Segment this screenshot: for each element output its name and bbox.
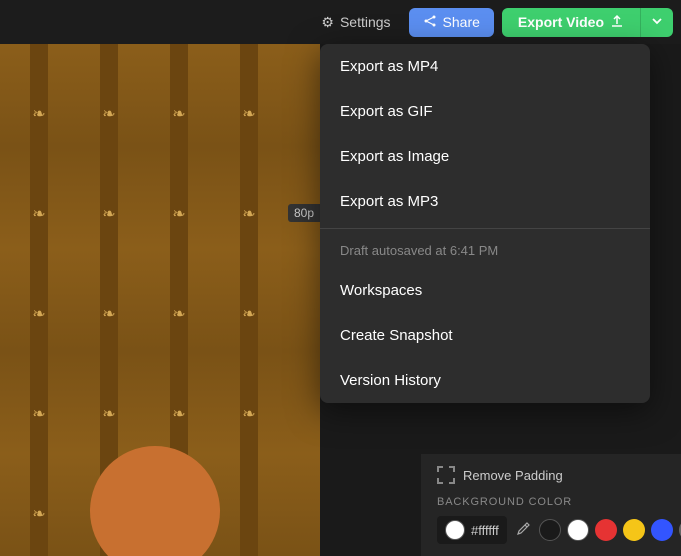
menu-item-export-mp3[interactable]: Export as MP3 — [320, 179, 650, 224]
plant-icon: ❧ — [172, 104, 185, 124]
plant-icon: ❧ — [102, 104, 115, 124]
plant-icon: ❧ — [32, 404, 45, 424]
menu-item-workspaces[interactable]: Workspaces — [320, 268, 650, 313]
export-video-label: Export Video — [518, 14, 604, 30]
remove-padding-label: Remove Padding — [463, 468, 563, 483]
stripe-4: ❧ ❧ ❧ ❧ — [240, 44, 258, 556]
color-swatch-yellow[interactable] — [623, 519, 645, 541]
plant-icon: ❧ — [32, 104, 45, 124]
plant-icon: ❧ — [172, 404, 185, 424]
autosave-text: Draft autosaved at 6:41 PM — [320, 233, 650, 268]
eyedropper-icon[interactable] — [515, 521, 531, 540]
color-swatch-blue[interactable] — [651, 519, 673, 541]
color-swatch-black[interactable] — [539, 519, 561, 541]
color-input-group[interactable]: #ffffff — [437, 516, 507, 544]
plant-icon: ❧ — [242, 304, 255, 324]
menu-item-version-history[interactable]: Version History — [320, 358, 650, 403]
share-icon — [423, 14, 437, 31]
menu-item-create-snapshot[interactable]: Create Snapshot — [320, 313, 650, 358]
bg-color-section: BACKGROUND COLOR #ffffff — [437, 496, 665, 544]
color-swatch-red[interactable] — [595, 519, 617, 541]
canvas-background: ❧ ❧ ❧ ❧ ❧ ❧ ❧ ❧ ❧ ❧ ❧ ❧ ❧ ❧ ❧ ❧ — [0, 44, 320, 556]
plant-icon: ❧ — [242, 404, 255, 424]
workspaces-label: Workspaces — [340, 282, 422, 299]
share-label: Share — [443, 14, 480, 30]
topbar: ⚙ Settings Share Export Video — [0, 0, 681, 44]
main-area: ❧ ❧ ❧ ❧ ❧ ❧ ❧ ❧ ❧ ❧ ❧ ❧ ❧ ❧ ❧ ❧ — [0, 44, 681, 556]
chevron-down-icon — [651, 15, 663, 30]
plant-icon: ❧ — [32, 504, 45, 524]
color-swatch-white2[interactable] — [567, 519, 589, 541]
plant-icon: ❧ — [172, 304, 185, 324]
remove-padding-icon — [437, 466, 455, 484]
plant-icon: ❧ — [102, 204, 115, 224]
upload-icon — [610, 14, 624, 31]
dropdown-menu: Export as MP4 Export as GIF Export as Im… — [320, 44, 650, 403]
remove-padding-row: Remove Padding — [437, 466, 665, 484]
resolution-badge: 80p — [288, 204, 320, 222]
export-mp4-label: Export as MP4 — [340, 58, 438, 75]
menu-divider — [320, 228, 650, 229]
export-chevron-button[interactable] — [640, 8, 673, 37]
export-video-button[interactable]: Export Video — [502, 8, 640, 37]
bg-color-label: BACKGROUND COLOR — [437, 496, 665, 508]
export-group: Export Video — [502, 8, 673, 37]
menu-item-export-mp4[interactable]: Export as MP4 — [320, 44, 650, 89]
hex-value: #ffffff — [471, 523, 499, 538]
share-button[interactable]: Share — [409, 8, 494, 37]
plant-icon: ❧ — [172, 204, 185, 224]
color-swatches: + — [539, 519, 681, 541]
export-mp3-label: Export as MP3 — [340, 193, 438, 210]
plant-icon: ❧ — [32, 304, 45, 324]
plant-icon: ❧ — [32, 204, 45, 224]
plant-icon: ❧ — [242, 104, 255, 124]
settings-button[interactable]: ⚙ Settings — [311, 8, 400, 37]
menu-item-export-image[interactable]: Export as Image — [320, 134, 650, 179]
settings-label: Settings — [340, 14, 391, 30]
bottom-panel: Remove Padding BACKGROUND COLOR #ffffff — [421, 454, 681, 556]
plant-icon: ❧ — [242, 204, 255, 224]
gear-icon: ⚙ — [321, 14, 334, 31]
plant-icon: ❧ — [102, 404, 115, 424]
export-image-label: Export as Image — [340, 148, 449, 165]
plant-icon: ❧ — [102, 304, 115, 324]
menu-item-export-gif[interactable]: Export as GIF — [320, 89, 650, 134]
color-row: #ffffff + — [437, 516, 665, 544]
canvas-area: ❧ ❧ ❧ ❧ ❧ ❧ ❧ ❧ ❧ ❧ ❧ ❧ ❧ ❧ ❧ ❧ — [0, 44, 320, 556]
create-snapshot-label: Create Snapshot — [340, 327, 453, 344]
color-swatch-white — [445, 520, 465, 540]
export-gif-label: Export as GIF — [340, 103, 433, 120]
stripe-1: ❧ ❧ ❧ ❧ ❧ — [30, 44, 48, 556]
version-history-label: Version History — [340, 372, 441, 389]
